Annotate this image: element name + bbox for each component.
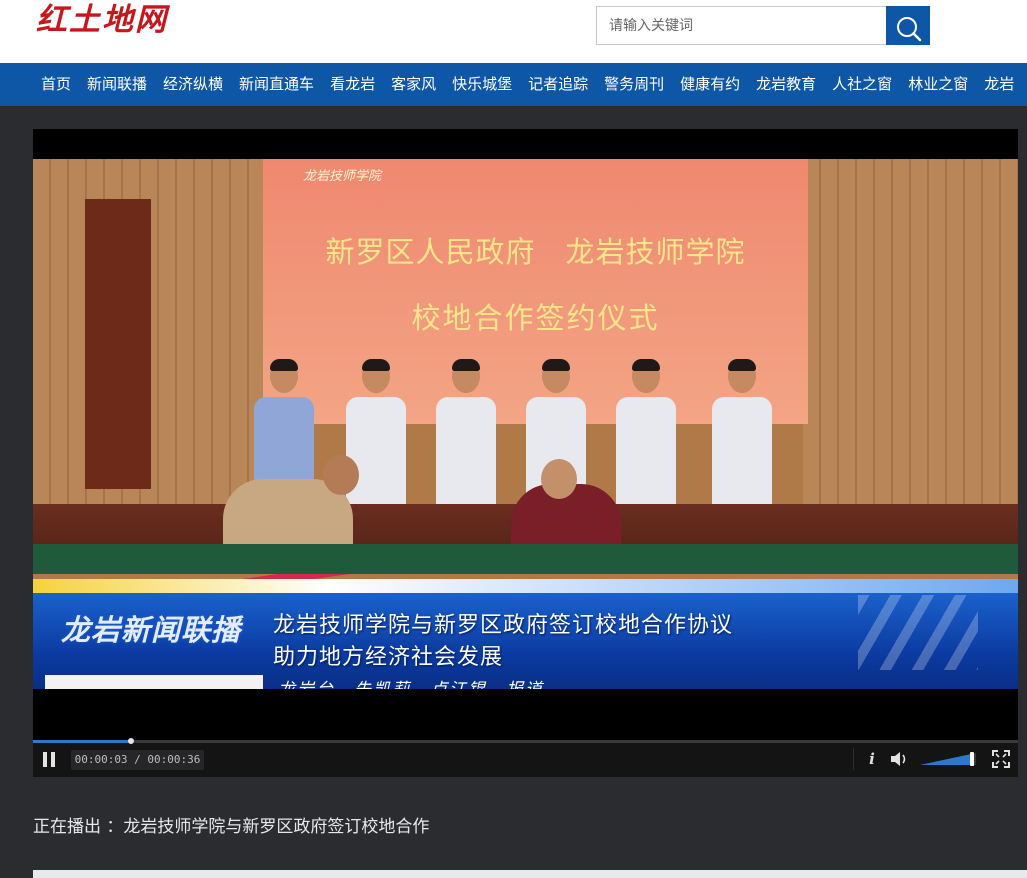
pause-button[interactable]: [41, 752, 57, 768]
volume-slider[interactable]: [920, 750, 980, 768]
ticker-credit: 龙岩台 朱凯莉 卢江锟 报道: [278, 675, 544, 689]
bottom-strip: [33, 870, 1027, 878]
player-controls: 00:00:03 / 00:00:36 i: [33, 738, 1018, 777]
nav-item-news-broadcast[interactable]: 新闻联播: [79, 63, 155, 106]
nav-item-longyan-more[interactable]: 龙岩: [976, 63, 1022, 106]
divider: [853, 748, 854, 770]
news-ticker: 龙岩新闻联播 龙岩技师学院与新罗区政府签订校地合作协议 助力地方经济社会发展 龙…: [33, 579, 1018, 689]
nav-item-health[interactable]: 健康有约: [672, 63, 748, 106]
nav-item-hakka[interactable]: 客家风: [383, 63, 444, 106]
ticker-band: [33, 579, 1018, 593]
nav-item-home[interactable]: 首页: [33, 63, 79, 106]
nav-item-economy[interactable]: 经济纵横: [155, 63, 231, 106]
progress-fill: [33, 740, 131, 743]
screen-logo: 龙岩技师学院: [303, 169, 382, 184]
door: [85, 199, 151, 489]
fullscreen-icon: [992, 750, 1010, 768]
nav-item-see-longyan[interactable]: 看龙岩: [322, 63, 383, 106]
ticker-headline: 龙岩技师学院与新罗区政府签订校地合作协议: [273, 613, 734, 638]
wall-right: [803, 159, 1018, 559]
nav-list: 首页 新闻联播 经济纵横 新闻直通车 看龙岩 客家风 快乐城堡 记者追踪 警务周…: [33, 63, 1022, 106]
now-playing-text: 正在播出 ：龙岩技师学院与新罗区政府签订校地合作: [33, 817, 430, 837]
volume-button[interactable]: [890, 750, 910, 768]
nav-item-forestry[interactable]: 林业之窗: [900, 63, 976, 106]
video-player: 龙岩技师学院 新罗区人民政府 龙岩技师学院 校地合作签约仪式 龙岩新闻联播 龙岩…: [33, 129, 1018, 777]
site-header: 红土地网: [0, 0, 1027, 63]
speaker-icon: [891, 752, 906, 766]
progress-knob[interactable]: [128, 738, 134, 744]
ticker-program-logo: 龙岩新闻联播: [60, 613, 241, 647]
nav-item-happy-castle[interactable]: 快乐城堡: [444, 63, 520, 106]
time-display: 00:00:03 / 00:00:36: [71, 750, 204, 770]
nav-item-police-weekly[interactable]: 警务周刊: [596, 63, 672, 106]
search-button[interactable]: [886, 6, 930, 45]
search-icon: [896, 17, 921, 42]
signer-right-head: [541, 459, 577, 499]
info-button[interactable]: i: [862, 748, 882, 770]
ticker-stripes: [858, 595, 978, 670]
progress-bar[interactable]: [33, 738, 1018, 744]
search-input[interactable]: [596, 6, 886, 45]
ticker-subheadline: 助力地方经济社会发展: [273, 645, 504, 670]
screen-headline: 新罗区人民政府 龙岩技师学院: [325, 235, 746, 269]
nav-item-reporter[interactable]: 记者追踪: [520, 63, 596, 106]
pause-icon: [51, 752, 55, 767]
site-logo[interactable]: 红土地网: [36, 0, 168, 44]
pause-icon: [43, 752, 47, 767]
ticker-white-bar: [45, 675, 263, 689]
nav-item-education[interactable]: 龙岩教育: [748, 63, 824, 106]
nav-item-social-security[interactable]: 人社之窗: [824, 63, 900, 106]
screen-subheadline: 校地合作签约仪式: [411, 301, 660, 335]
signer-left-head: [323, 455, 359, 495]
tablecloth: [33, 544, 1018, 574]
video-frame[interactable]: 龙岩技师学院 新罗区人民政府 龙岩技师学院 校地合作签约仪式 龙岩新闻联播 龙岩…: [33, 159, 1018, 689]
nav-item-news-express[interactable]: 新闻直通车: [231, 63, 322, 106]
volume-knob[interactable]: [970, 752, 974, 766]
fullscreen-button[interactable]: [992, 750, 1010, 768]
main-nav: 首页 新闻联播 经济纵横 新闻直通车 看龙岩 客家风 快乐城堡 记者追踪 警务周…: [0, 63, 1027, 106]
